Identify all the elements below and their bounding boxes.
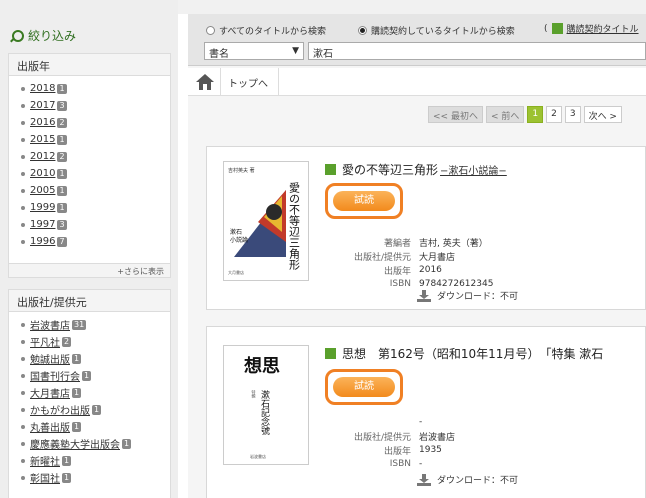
search-bar: すべてのタイトルから検索 購読契約しているタイトルから検索 ( 購読契約タイトル…	[188, 14, 646, 66]
book-cover[interactable]: 吉村英夫 著 愛の不等辺三角形 漱石 小説論 大月書店	[223, 161, 309, 281]
publisher-item[interactable]: 彰国社 1	[21, 469, 170, 486]
result-subtitle[interactable]: −漱石小説論−	[440, 162, 507, 177]
breadcrumb-divider	[220, 68, 221, 96]
subscribed-titles-link[interactable]: ( 購読契約タイトル	[544, 22, 639, 35]
pager-page-3[interactable]: 3	[564, 106, 581, 123]
year-item[interactable]: 2017 3	[21, 97, 170, 114]
publisher-item[interactable]: 慶應義塾大学出版会 1	[21, 435, 170, 452]
radio-subscribed-titles[interactable]: 購読契約しているタイトルから検索	[358, 24, 515, 37]
radio-icon[interactable]	[206, 26, 215, 35]
result-meta: - 出版社/提供元 岩波書店 出版年 1935 ISBN -	[353, 417, 456, 469]
year-item[interactable]: 1996 7	[21, 233, 170, 250]
cover-art: 想思 漱石記念號 特輯 岩波書店	[224, 346, 308, 464]
result-title-row: 愛の不等辺三角形 −漱石小説論−	[325, 161, 507, 178]
result-meta: 著編者 吉村, 英夫（著） 出版社/提供元 大月書店 出版年 2016 ISBN 978…	[353, 238, 494, 290]
year-item[interactable]: 2012 2	[21, 148, 170, 165]
pager-page-2[interactable]: 2	[546, 106, 562, 123]
year-item[interactable]: 2010 1	[21, 165, 170, 182]
download-icon	[417, 289, 431, 302]
search-icon	[10, 29, 24, 42]
radio-selected-icon[interactable]	[358, 26, 367, 35]
breadcrumb-top-link[interactable]: トップへ	[228, 75, 268, 90]
svg-text:特輯: 特輯	[252, 389, 257, 399]
download-status: ダウンロード：不可	[417, 473, 518, 486]
filter-title: 絞り込み	[28, 29, 77, 43]
year-panel: 出版年 2018 1 2017 3 2016 2 2015 1 2012 2 2010 1 …	[8, 53, 171, 278]
trial-read-button[interactable]: 試読	[333, 377, 395, 397]
result-card: 想思 漱石記念號 特輯 岩波書店 思想 第162号（昭和10年11月号） 「特集…	[206, 326, 646, 498]
green-square-icon	[325, 348, 336, 359]
download-status: ダウンロード：不可	[417, 289, 518, 302]
chevron-down-icon: ▼	[292, 46, 299, 56]
cover-art: 吉村英夫 著 愛の不等辺三角形 漱石 小説論 大月書店	[224, 162, 308, 280]
publisher-item[interactable]: 平凡社 2	[21, 333, 170, 350]
publisher-item[interactable]: 大月書店 1	[21, 384, 170, 401]
trial-highlight: 試読	[325, 183, 403, 219]
publisher-list: 岩波書店 31 平凡社 2 勉誠出版 1 国書刊行会 1 大月書店 1 かもがわ出版 1 丸…	[9, 312, 170, 486]
publisher-item[interactable]: 新曜社 1	[21, 452, 170, 469]
result-title-link[interactable]: 思想 第162号（昭和10年11月号） 「特集 漱石	[342, 345, 603, 362]
pager-prev[interactable]: < 前へ	[485, 106, 525, 123]
year-more-bar: +さらに表示	[9, 263, 170, 277]
year-list: 2018 1 2017 3 2016 2 2015 1 2012 2 2010 1 2005…	[9, 76, 170, 250]
svg-text:岩波書店: 岩波書店	[250, 453, 266, 459]
svg-text:漱石: 漱石	[230, 228, 242, 236]
main-area: すべてのタイトルから検索 購読契約しているタイトルから検索 ( 購読契約タイトル…	[188, 14, 646, 498]
pager-page-1[interactable]: 1	[527, 106, 544, 123]
radio-all-titles[interactable]: すべてのタイトルから検索	[206, 24, 326, 37]
year-item[interactable]: 2016 2	[21, 114, 170, 131]
publisher-item[interactable]: 丸善出版 1	[21, 418, 170, 435]
year-item[interactable]: 1999 1	[21, 199, 170, 216]
year-item[interactable]: 2015 1	[21, 131, 170, 148]
download-icon	[417, 473, 431, 486]
result-card: 吉村英夫 著 愛の不等辺三角形 漱石 小説論 大月書店 愛の不等辺三角形 −漱石…	[206, 146, 646, 310]
svg-text:吉村英夫 著: 吉村英夫 著	[228, 167, 255, 174]
svg-text:小説論: 小説論	[230, 236, 248, 244]
home-icon[interactable]	[196, 74, 214, 90]
svg-text:想思: 想思	[244, 355, 280, 377]
book-cover[interactable]: 想思 漱石記念號 特輯 岩波書店	[223, 345, 309, 465]
result-title-link[interactable]: 愛の不等辺三角形	[342, 161, 438, 178]
pager-next[interactable]: 次へ >	[583, 106, 622, 123]
breadcrumb: トップへ	[188, 68, 646, 96]
year-panel-title: 出版年	[9, 54, 170, 76]
publisher-item[interactable]: 勉誠出版 1	[21, 350, 170, 367]
green-square-icon	[551, 23, 563, 34]
show-more-link[interactable]: +さらに表示	[117, 266, 164, 277]
search-input[interactable]: 漱石	[308, 42, 646, 60]
year-item[interactable]: 2005 1	[21, 182, 170, 199]
sidebar: 絞り込み 出版年 2018 1 2017 3 2016 2 2015 1 2012 2 2…	[0, 0, 178, 498]
publisher-item[interactable]: 国書刊行会 1	[21, 367, 170, 384]
breadcrumb-divider	[278, 68, 279, 96]
pagination: << 最初へ < 前へ 1 2 3 次へ >	[428, 106, 622, 123]
search-field-select[interactable]: 書名 ▼	[204, 42, 304, 60]
result-title-row: 思想 第162号（昭和10年11月号） 「特集 漱石	[325, 345, 603, 362]
green-square-icon	[325, 164, 336, 175]
trial-read-button[interactable]: 試読	[333, 191, 395, 211]
pager-first[interactable]: << 最初へ	[428, 106, 483, 123]
publisher-item[interactable]: 岩波書店 31	[21, 316, 170, 333]
publisher-panel: 出版社/提供元 岩波書店 31 平凡社 2 勉誠出版 1 国書刊行会 1 大月書店 1 か…	[8, 289, 171, 498]
publisher-panel-title: 出版社/提供元	[9, 290, 170, 312]
svg-text:漱石記念號: 漱石記念號	[259, 390, 270, 436]
svg-text:愛の不等辺三角形: 愛の不等辺三角形	[288, 182, 301, 271]
publisher-item[interactable]: かもがわ出版 1	[21, 401, 170, 418]
svg-text:大月書店: 大月書店	[228, 269, 244, 275]
year-item[interactable]: 2018 1	[21, 80, 170, 97]
trial-highlight: 試読	[325, 369, 403, 405]
filter-heading: 絞り込み	[10, 27, 76, 44]
year-item[interactable]: 1997 3	[21, 216, 170, 233]
